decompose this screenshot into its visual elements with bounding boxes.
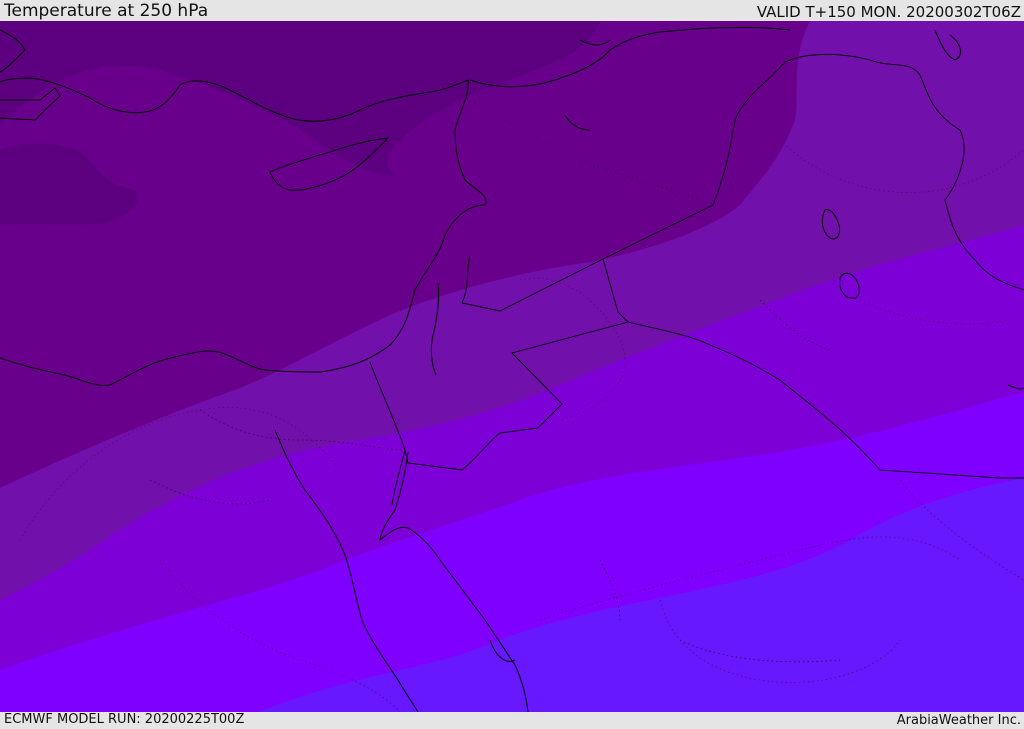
valid-time: VALID T+150 MON. 20200302T06Z xyxy=(756,3,1021,21)
map-header: Temperature at 250 hPa VALID T+150 MON. … xyxy=(0,0,1024,21)
map-footer: ECMWF MODEL RUN: 20200225T00Z ArabiaWeat… xyxy=(0,712,1024,729)
model-run-label: ECMWF MODEL RUN: 20200225T00Z xyxy=(4,712,245,727)
temperature-map xyxy=(0,21,1024,712)
map-title: Temperature at 250 hPa xyxy=(4,1,209,21)
credit-label: ArabiaWeather Inc. xyxy=(896,713,1021,728)
map-canvas xyxy=(0,21,1024,712)
